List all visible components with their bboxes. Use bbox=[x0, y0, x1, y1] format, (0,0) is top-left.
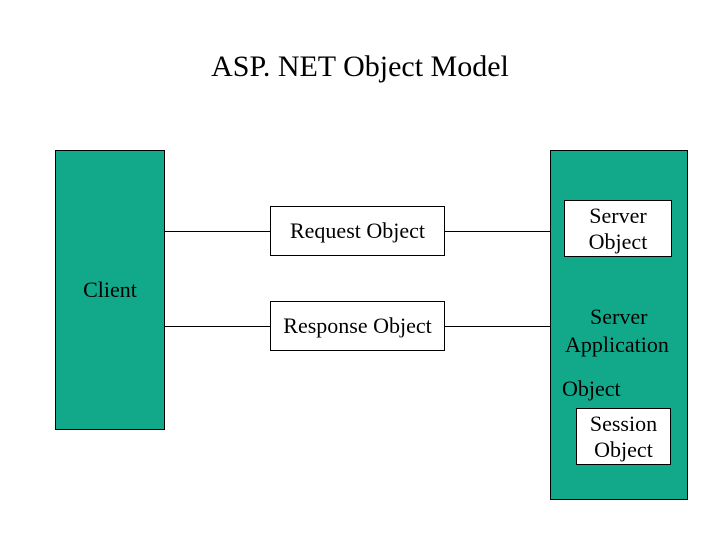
server-text: Server bbox=[590, 304, 647, 330]
request-object-label: Request Object bbox=[290, 218, 425, 243]
server-object-box: Server Object bbox=[564, 200, 672, 257]
object-text: Object bbox=[562, 376, 621, 402]
session-object-label: Session Object bbox=[590, 411, 657, 462]
response-object-box: Response Object bbox=[270, 301, 445, 351]
application-text: Application bbox=[565, 332, 669, 358]
response-object-label: Response Object bbox=[283, 313, 431, 338]
server-object-label: Server Object bbox=[589, 203, 648, 254]
diagram-title: ASP. NET Object Model bbox=[0, 50, 720, 84]
client-label: Client bbox=[83, 277, 137, 302]
session-object-box: Session Object bbox=[576, 408, 671, 465]
request-object-box: Request Object bbox=[270, 206, 445, 256]
client-box: Client bbox=[55, 150, 165, 430]
